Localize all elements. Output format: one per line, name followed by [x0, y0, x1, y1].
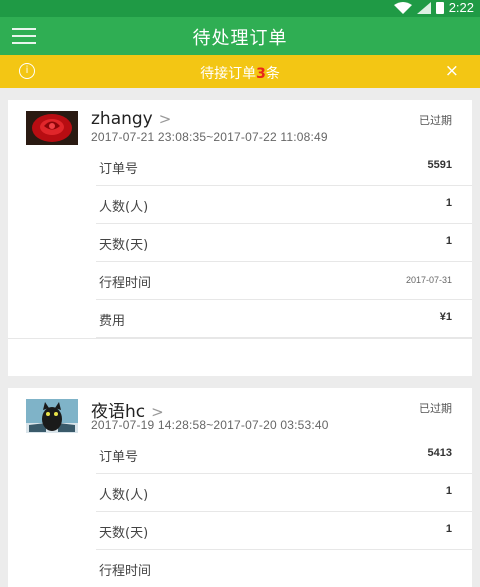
field-label: 订单号: [99, 162, 139, 177]
field-label: 行程时间: [99, 564, 152, 579]
wifi-icon: [393, 2, 412, 14]
field-label: 行程时间: [99, 276, 152, 291]
field-value: 1: [445, 235, 452, 247]
field-label: 费用: [99, 314, 126, 329]
notice-text: 待接订单3条: [0, 63, 480, 83]
order-field-row: 订单号 5591: [96, 148, 472, 186]
field-value: 2017-07-31: [405, 275, 452, 285]
order-time-range: 2017-07-21 23:08:35~2017-07-22 11:08:49: [91, 130, 328, 144]
battery-icon: [435, 2, 444, 14]
field-label: 天数(天): [99, 238, 149, 253]
notice-prefix: 待接订单: [200, 66, 257, 82]
field-value: 5413: [427, 447, 452, 459]
order-header[interactable]: 夜语hc > 2017-07-19 14:28:58~2017-07-20 03:…: [8, 388, 472, 436]
status-badge: 已过期: [419, 402, 452, 415]
order-footer: [8, 338, 472, 376]
field-value: 1: [445, 523, 452, 535]
order-field-row: 人数(人) 1: [96, 186, 472, 224]
field-label: 人数(人): [99, 488, 149, 503]
status-badge: 已过期: [419, 114, 452, 127]
pending-orders-notice: i 待接订单3条 ×: [0, 55, 480, 88]
order-field-row: 人数(人) 1: [96, 474, 472, 512]
field-value: 1: [445, 197, 452, 209]
order-card[interactable]: zhangy > 2017-07-21 23:08:35~2017-07-22 1…: [8, 100, 472, 376]
notice-suffix: 条: [265, 66, 280, 82]
order-header[interactable]: zhangy > 2017-07-21 23:08:35~2017-07-22 1…: [8, 100, 472, 148]
status-icons: 2:22: [393, 0, 474, 15]
close-icon[interactable]: ×: [445, 61, 459, 81]
order-time-range: 2017-07-19 14:28:58~2017-07-20 03:53:40: [91, 418, 329, 432]
order-field-row: 订单号 5413: [96, 436, 472, 474]
order-field-row: 行程时间: [96, 550, 472, 587]
status-bar: 2:22: [0, 0, 480, 17]
chevron-right-icon: >: [158, 110, 172, 128]
field-label: 天数(天): [99, 526, 149, 541]
notice-count: 3: [256, 66, 266, 82]
order-field-row: 天数(天) 1: [96, 224, 472, 262]
avatar: [26, 111, 78, 145]
order-card[interactable]: 夜语hc > 2017-07-19 14:28:58~2017-07-20 03:…: [8, 388, 472, 587]
field-value: 5591: [427, 159, 452, 171]
field-value: 1: [445, 485, 452, 497]
field-label: 订单号: [99, 450, 139, 465]
field-value: ¥1: [439, 311, 452, 323]
page-title: 待处理订单: [192, 28, 288, 49]
app-bar: 待处理订单: [0, 17, 480, 55]
order-field-row: 费用 ¥1: [96, 300, 472, 338]
order-field-row: 行程时间 2017-07-31: [96, 262, 472, 300]
order-field-row: 天数(天) 1: [96, 512, 472, 550]
customer-name[interactable]: zhangy >: [91, 109, 171, 129]
clock: 2:22: [448, 0, 474, 15]
signal-icon: [416, 2, 431, 14]
avatar: [26, 399, 78, 433]
field-label: 人数(人): [99, 200, 149, 215]
